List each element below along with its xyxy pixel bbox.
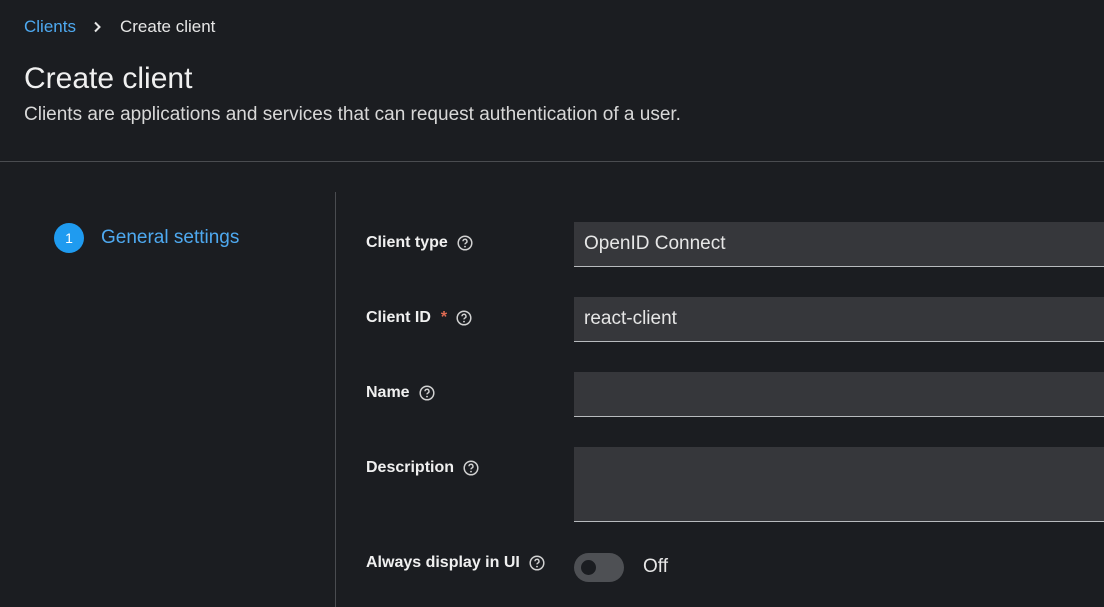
help-icon[interactable] — [463, 460, 479, 476]
help-icon[interactable] — [457, 235, 473, 251]
help-icon[interactable] — [419, 385, 435, 401]
toggle-knob — [581, 560, 596, 575]
page-title: Create client — [24, 62, 193, 95]
client-type-label: Client type — [366, 234, 473, 252]
client-id-field[interactable] — [574, 297, 1104, 342]
description-label-text: Description — [366, 459, 455, 476]
name-field[interactable] — [574, 372, 1104, 417]
required-marker: * — [440, 309, 448, 326]
name-label: Name — [366, 384, 435, 402]
step-label: General settings — [101, 227, 240, 248]
breadcrumb-current: Create client — [119, 17, 216, 36]
always-display-state: Off — [643, 556, 668, 577]
client-type-label-text: Client type — [366, 234, 448, 251]
always-display-label-text: Always display in UI — [366, 554, 520, 571]
client-id-input[interactable] — [584, 308, 1104, 330]
page-subtitle: Clients are applications and services th… — [24, 104, 681, 125]
header-divider — [0, 161, 1104, 162]
description-label: Description — [366, 459, 479, 477]
breadcrumb: Clients Create client — [24, 16, 215, 38]
name-label-text: Name — [366, 384, 410, 401]
create-client-page: Clients Create client Create client Clie… — [0, 0, 1104, 607]
description-field[interactable] — [574, 447, 1104, 522]
breadcrumb-clients-link[interactable]: Clients — [24, 17, 76, 37]
wizard-step-general-settings[interactable]: 1 General settings — [54, 223, 239, 253]
client-id-label: Client ID * — [366, 309, 472, 327]
client-id-label-text: Client ID — [366, 309, 431, 326]
always-display-toggle[interactable] — [574, 553, 624, 582]
client-type-value: OpenID Connect — [584, 233, 726, 254]
help-icon[interactable] — [456, 310, 472, 326]
step-number-badge: 1 — [54, 223, 84, 253]
always-display-label: Always display in UI — [366, 554, 545, 572]
chevron-right-icon — [76, 21, 120, 33]
help-icon[interactable] — [529, 555, 545, 571]
description-textarea[interactable] — [584, 455, 1104, 515]
name-input[interactable] — [584, 383, 1104, 405]
client-type-select[interactable]: OpenID Connect — [574, 222, 1104, 267]
wizard-divider — [335, 192, 336, 607]
